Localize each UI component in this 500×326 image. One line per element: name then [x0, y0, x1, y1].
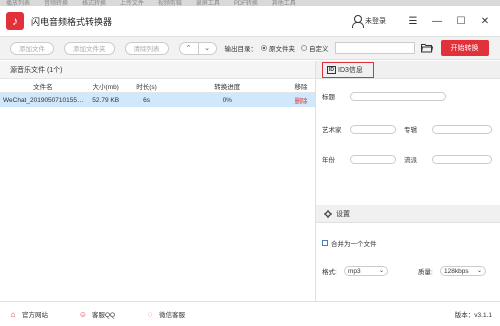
artist-field: 艺术家 [322, 124, 396, 134]
year-field: 年份 [322, 154, 396, 164]
format-field: 格式: mp3 ⌄ [322, 266, 388, 276]
album-field: 专辑 [404, 124, 492, 134]
radio-original-label: 原文件夹 [269, 46, 295, 53]
id3-header-label: ID3信息 [338, 66, 363, 74]
title-input[interactable] [350, 91, 446, 101]
artist-input[interactable] [350, 124, 396, 134]
album-input[interactable] [432, 124, 492, 134]
add-file-button[interactable]: 添加文件 [10, 41, 54, 55]
qq-icon: ☺ [78, 309, 88, 319]
wechat-label: 微信客服 [159, 312, 186, 319]
year-label: 年份 [322, 157, 335, 164]
toolbar: 添加文件 添加文件夹 清除列表 ⌃ ⌄ 输出目录： 原文件夹 自定义 开始转换 [0, 36, 500, 60]
chevron-down-icon: ⌄ [476, 268, 482, 274]
status-bar: ⌂ 官方网站 ☺ 客服QQ ◌ 微信客服 版本：v3.1.1 [0, 301, 500, 326]
cell-progress: 0% [222, 96, 232, 104]
col-filename: 文件名 [33, 83, 53, 91]
genre-input[interactable] [432, 154, 492, 164]
col-progress: 转换进度 [214, 83, 241, 91]
radio-dot-selected [261, 45, 267, 51]
format-value: mp3 [348, 267, 361, 275]
minimize-button[interactable]: — [428, 12, 446, 30]
year-input[interactable] [350, 154, 396, 164]
radio-dot [301, 45, 307, 51]
radio-custom-folder[interactable]: 自定义 [301, 43, 329, 53]
output-dir-label: 输出目录： [224, 46, 258, 53]
output-path-input[interactable] [334, 42, 415, 54]
qq-label: 客服QQ [92, 312, 116, 319]
title-label: 标题 [322, 94, 335, 101]
radio-custom-label: 自定义 [309, 46, 329, 53]
file-list-columns: 文件名 大小(mb) 时长(s) 转换进度 移除 [0, 79, 315, 93]
id3-icon: ID [327, 65, 336, 74]
user-icon [352, 15, 364, 28]
format-select[interactable]: mp3 ⌄ [344, 266, 388, 276]
wechat-link[interactable]: ◌ 微信客服 [145, 309, 186, 320]
settings-header: 设置 [316, 205, 500, 223]
settings-header-label: 设置 [336, 210, 350, 218]
merge-option[interactable]: 合并为一个文件 [322, 238, 377, 248]
artist-label: 艺术家 [322, 127, 342, 134]
cell-filename: WeChat_20190507101554.mp3 [3, 96, 86, 104]
app-title: 闪电音频格式转换器 [31, 16, 113, 27]
cell-size: 52.79 KB [92, 96, 120, 104]
folder-open-icon[interactable] [419, 42, 435, 54]
move-up-button[interactable]: ⌃ [180, 43, 198, 54]
merge-label: 合并为一个文件 [331, 241, 377, 248]
start-convert-button[interactable]: 开始转换 [440, 40, 489, 56]
user-label: 未登录 [365, 18, 386, 25]
user-login[interactable]: 未登录 [352, 15, 386, 28]
clear-list-button[interactable]: 清除列表 [124, 41, 169, 55]
id3-header-box: ID ID3信息 [322, 61, 374, 78]
website-link[interactable]: ⌂ 官方网站 [8, 309, 48, 320]
app-window: ♪ 闪电音频格式转换器 未登录 ☰ — ☐ ✕ 添加文件 添加文件夹 清除列表 … [0, 6, 500, 326]
home-icon: ⌂ [10, 309, 16, 319]
genre-label: 流派 [404, 157, 417, 164]
gear-icon [324, 209, 332, 218]
radio-original-folder[interactable]: 原文件夹 [261, 43, 295, 53]
website-label: 官方网站 [22, 312, 48, 319]
col-duration: 时长(s) [136, 83, 157, 91]
chevron-down-icon: ⌄ [378, 268, 384, 274]
maximize-button[interactable]: ☐ [452, 12, 470, 30]
menu-icon[interactable]: ☰ [404, 12, 422, 30]
format-label: 格式: [322, 269, 337, 276]
qq-link[interactable]: ☺ 客服QQ [78, 309, 116, 320]
merge-checkbox[interactable] [322, 240, 328, 246]
wechat-icon: ◌ [147, 309, 153, 319]
quality-select[interactable]: 128kbps ⌄ [440, 266, 486, 276]
table-row[interactable]: WeChat_20190507101554.mp3 52.79 KB 6s 0%… [0, 93, 315, 107]
quality-field: 质量: 128kbps ⌄ [418, 266, 486, 276]
side-panel: ID ID3信息 标题 艺术家 专辑 年份 流派 设置 合并为一个文件 格式: … [316, 61, 500, 301]
file-list-panel: 源音乐文件 (1个) 文件名 大小(mb) 时长(s) 转换进度 移除 WeCh… [0, 61, 316, 301]
delete-link[interactable]: 删除 [287, 95, 315, 105]
id3-header: ID ID3信息 [316, 61, 500, 79]
add-folder-button[interactable]: 添加文件夹 [64, 41, 115, 55]
quality-label: 质量: [418, 269, 433, 276]
close-button[interactable]: ✕ [476, 12, 494, 30]
cell-duration: 6s [143, 96, 150, 104]
app-logo-icon: ♪ [6, 12, 24, 30]
genre-field: 流派 [404, 154, 492, 164]
main-area: 源音乐文件 (1个) 文件名 大小(mb) 时长(s) 转换进度 移除 WeCh… [0, 61, 500, 301]
title-field: 标题 [322, 91, 446, 101]
version-label: 版本：v3.1.1 [454, 312, 492, 319]
reorder-buttons: ⌃ ⌄ [178, 41, 217, 55]
title-bar: ♪ 闪电音频格式转换器 未登录 ☰ — ☐ ✕ [0, 6, 500, 36]
quality-value: 128kbps [444, 267, 469, 275]
col-remove: 移除 [294, 83, 308, 91]
file-list-header: 源音乐文件 (1个) [0, 61, 315, 79]
album-label: 专辑 [404, 127, 417, 134]
col-size: 大小(mb) [92, 83, 119, 91]
move-down-button[interactable]: ⌄ [197, 42, 216, 54]
